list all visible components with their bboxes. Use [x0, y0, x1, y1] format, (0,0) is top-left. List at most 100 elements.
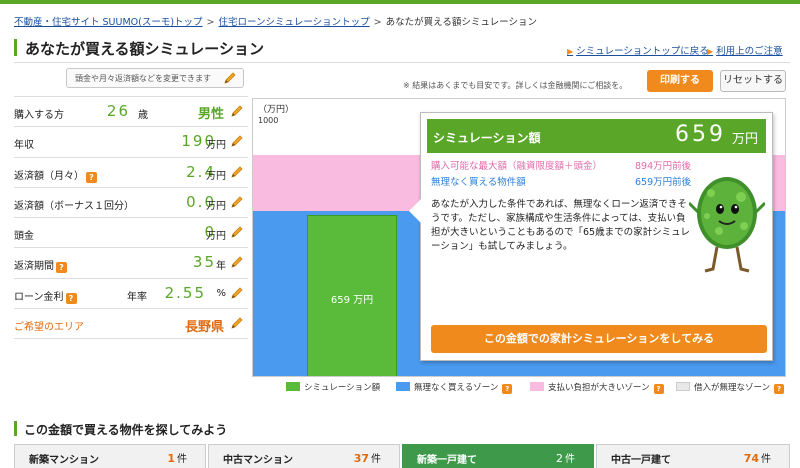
y-axis-tick: 1000 — [258, 116, 279, 125]
pencil-icon[interactable] — [230, 165, 244, 179]
back-to-top-link[interactable]: ▶ シミュレーショントップに戻る — [567, 43, 709, 57]
result-popup: シミュレーション額 659 万円 購入可能な最大額（融資限度額＋頭金） 894万… — [409, 112, 773, 361]
tab-used-mansion[interactable]: 中古マンション 37 件 — [208, 444, 400, 468]
income-unit: 万円 — [206, 140, 226, 152]
age-unit: 歳 — [138, 110, 148, 121]
tab-count-unit: 件 — [761, 454, 771, 465]
breadcrumb-separator: > — [206, 17, 215, 28]
down-payment-unit: 万円 — [206, 231, 226, 243]
pencil-icon — [224, 72, 236, 84]
tab-new-house[interactable]: 新築一戸建て 2件 — [402, 444, 594, 468]
legend-swatch — [396, 382, 410, 391]
tab-label: 中古一戸建て — [611, 455, 671, 466]
breadcrumb-link-suumo-top[interactable]: 不動産・住宅サイト SUUMO(スーモ)トップ — [14, 17, 203, 28]
usage-guide-label: 利用上のご注意 — [716, 46, 783, 57]
safe-amount-label: 無理なく買える物件額 — [431, 177, 526, 188]
edit-tooltip: 頭金や月々返済額などを変更できます — [66, 68, 244, 88]
param-row-down-payment: 頭金 0 万円 — [14, 218, 248, 249]
rate-prefix: 年率 — [127, 291, 147, 303]
period-unit: 年 — [216, 261, 226, 273]
legend-label: 借入が無理なゾーン — [694, 383, 771, 393]
param-row-bonus: 返済額（ボーナス１回分） 0.0 万円 — [14, 188, 248, 219]
reset-button[interactable]: リセットする — [720, 70, 786, 92]
pencil-icon[interactable] — [230, 225, 244, 239]
disclaimer-notice: ※ 結果はあくまでも目安です。詳しくは金融機関にご相談を。 — [403, 81, 628, 90]
param-label-text: 返済額（月々） — [14, 170, 84, 182]
tab-count-value: 1 — [167, 452, 175, 465]
legend-swatch — [530, 382, 544, 391]
tab-count: 1件 — [167, 450, 187, 465]
usage-guide-link[interactable]: ▶ 利用上のご注意 — [707, 43, 783, 57]
pencil-icon[interactable] — [230, 195, 244, 209]
pencil-icon[interactable] — [230, 255, 244, 269]
question-icon[interactable]: ? — [56, 262, 67, 274]
pencil-icon[interactable] — [230, 134, 244, 148]
tab-count: 37 件 — [354, 450, 381, 465]
rate-value: 2.55 — [164, 283, 206, 302]
safe-amount-value: 659万円前後 — [635, 177, 692, 188]
result-amount: 659 — [675, 122, 726, 147]
tab-count-unit: 件 — [177, 454, 187, 465]
y-axis-unit: （万円） — [258, 105, 295, 115]
tab-count-unit: 件 — [371, 454, 381, 465]
legend-swatch — [676, 382, 690, 391]
triangle-right-icon: ▶ — [567, 47, 574, 56]
breadcrumb: 不動産・住宅サイト SUUMO(スーモ)トップ > 住宅ローンシミュレーショントップ… — [14, 14, 537, 28]
back-to-top-label: シミュレーショントップに戻る — [576, 46, 709, 57]
param-label: 購入する方 — [14, 110, 64, 121]
breadcrumb-separator: > — [373, 17, 382, 28]
suumo-mascot-icon — [689, 177, 765, 273]
result-message: あなたが入力した条件であれば、無理なくローン返済できそうです。ただし、家族構成や… — [431, 199, 690, 252]
legend-item-impossible: 借入が無理なゾーン? — [676, 381, 785, 394]
legend-label: 無理なく買えるゾーン — [414, 383, 499, 393]
pencil-icon[interactable] — [230, 286, 244, 300]
param-label: 返済額（月々）? — [14, 167, 97, 183]
tooltip-text: 頭金や月々返済額などを変更できます — [75, 74, 211, 83]
tab-count-value: 2 — [556, 452, 563, 465]
question-icon[interactable]: ? — [502, 384, 513, 394]
simulation-bar: 659 万円 — [307, 215, 397, 376]
result-amount-unit: 万円 — [731, 132, 758, 147]
title-accent-bar — [14, 39, 17, 56]
period-value: 35 — [192, 253, 216, 272]
result-header: シミュレーション額 659 万円 — [427, 119, 766, 153]
param-label: 返済期間? — [14, 257, 67, 274]
param-row-income: 年収 190 万円 — [14, 127, 248, 158]
tab-label: 新築一戸建て — [417, 455, 477, 466]
legend-item-simulation: シミュレーション額 — [286, 381, 380, 393]
tab-label: 中古マンション — [223, 455, 293, 466]
max-amount-label: 購入可能な最大額（融資限度額＋頭金） — [431, 161, 603, 172]
simulation-bar-label: 659 万円 — [330, 295, 374, 306]
tab-new-mansion[interactable]: 新築マンション 1件 — [14, 444, 206, 468]
parameter-list: 購入する方 26 歳 男性 年収 190 万円 返済額（月々）? 2.4 万円 … — [14, 96, 248, 340]
param-row-age: 購入する方 26 歳 男性 — [14, 97, 248, 128]
question-icon[interactable]: ? — [86, 171, 97, 183]
popup-tail — [409, 199, 421, 223]
top-accent-line — [0, 0, 800, 4]
param-label: 返済額（ボーナス１回分） — [14, 200, 134, 212]
breadcrumb-current: あなたが買える額シミュレーション — [385, 17, 537, 28]
section-accent-bar — [14, 421, 17, 436]
legend-label: 支払い負担が大きいゾーン — [548, 383, 650, 393]
legend-label: シミュレーション額 — [304, 383, 381, 393]
question-icon[interactable]: ? — [653, 384, 664, 394]
tab-used-house[interactable]: 中古一戸建て 74 件 — [596, 444, 790, 468]
question-icon[interactable]: ? — [774, 384, 785, 394]
tab-count-unit: 件 — [565, 454, 575, 465]
breadcrumb-link-loan-top[interactable]: 住宅ローンシミュレーショントップ — [219, 17, 370, 28]
param-row-period: 返済期間? 35 年 — [14, 248, 248, 279]
legend-item-burden: 支払い負担が大きいゾーン? — [530, 381, 664, 394]
param-row-rate: ローン金利? 年率 2.55 % — [14, 279, 248, 310]
household-simulation-button[interactable]: この金額での家計シミュレーションをしてみる — [431, 325, 767, 353]
legend-swatch — [286, 382, 300, 391]
print-button[interactable]: 印刷する — [647, 70, 713, 92]
param-label: 頭金 — [14, 231, 34, 243]
question-icon[interactable]: ? — [65, 292, 77, 304]
gender-value: 男性 — [197, 107, 224, 122]
tab-count-value: 74 — [743, 452, 759, 465]
pencil-icon[interactable] — [230, 316, 244, 330]
pencil-icon[interactable] — [230, 104, 244, 118]
param-label-text: 返済期間 — [14, 261, 54, 273]
area-value: 長野県 — [184, 320, 224, 336]
tab-label: 新築マンション — [29, 455, 99, 466]
